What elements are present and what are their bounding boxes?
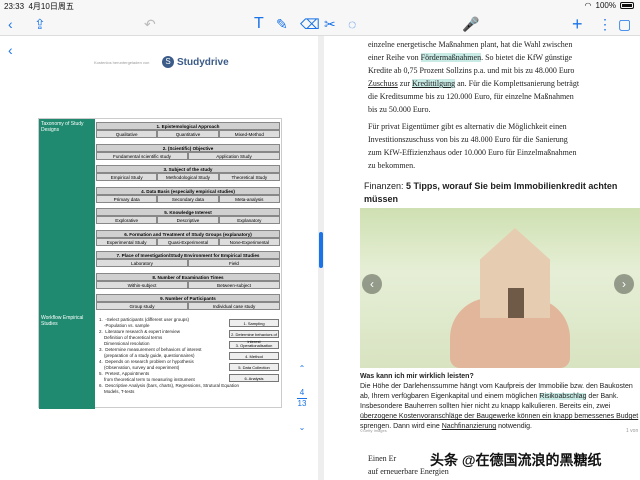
taxonomy-cell: Within-subject: [96, 280, 188, 289]
image-credit: ©Getty Images: [360, 428, 387, 433]
status-bar: 23:33 4月10日周五 ◠ 100%: [0, 0, 640, 12]
taxonomy-cell: Empirical Study: [96, 173, 158, 181]
taxonomy-table: 1. Epistemological Approach Qualitative Qu…: [96, 122, 280, 316]
carousel-next-icon[interactable]: ›: [614, 274, 634, 294]
taxonomy-cell: Secondary data: [157, 194, 219, 203]
taxonomy-cell: Application Study: [188, 151, 280, 160]
taxonomy-cell: Experimental Study: [96, 237, 158, 246]
page-control: ⌃ 4 13 ⌄: [294, 364, 310, 433]
document-table: Taxonomy of Study Designs Workflow Empir…: [38, 118, 282, 409]
undo-icon[interactable]: ↶: [144, 14, 156, 34]
status-time: 23:33 4月10日周五: [4, 2, 74, 11]
text-tool-icon[interactable]: T: [254, 14, 264, 34]
taxonomy-cell: None-Experimental: [218, 237, 280, 246]
taxonomy-cell: Methodological Study: [157, 173, 219, 181]
pages-icon[interactable]: ▢: [618, 14, 631, 34]
workflow-step: 2. Determine behaviors of interest: [229, 330, 279, 344]
taxonomy-cell: Between-subject: [188, 280, 280, 289]
logo-text: Studydrive: [177, 56, 229, 68]
eraser-tool-icon[interactable]: ⌫: [300, 14, 320, 34]
taxonomy-cell: Mixed-Method: [218, 130, 280, 138]
taxonomy-heading: 1. Epistemological Approach: [96, 122, 280, 130]
workflow-step: 6. Analysis: [229, 374, 279, 382]
taxonomy-cell: Qualitative: [96, 130, 158, 138]
shape-tool-icon[interactable]: ◌: [348, 14, 356, 34]
taxonomy-cell: Quantitative: [157, 130, 219, 138]
taxonomy-heading: 9. Number of Participants: [96, 294, 280, 302]
workflow-line: Models, T-tests: [99, 389, 135, 394]
chevron-left-icon[interactable]: ‹: [8, 42, 13, 58]
workflow-step: 1. Sampling: [229, 319, 279, 327]
page-current: 4: [299, 388, 305, 397]
taxonomy-cell: Meta-analysis: [218, 194, 280, 203]
workflow-step: 5. Data Collection: [229, 363, 279, 371]
watermark: 头条 @在德国流浪的黑糖纸: [430, 452, 602, 468]
add-icon[interactable]: +: [572, 14, 583, 34]
lasso-tool-icon[interactable]: ✂: [324, 14, 336, 34]
photo-caption: Was kann ich mir wirklich leisten? Die H…: [360, 373, 639, 430]
taxonomy-cell: Field: [188, 259, 280, 267]
taxonomy-heading: 3. Subject of the study: [96, 165, 280, 173]
studydrive-logo: S Studydrive: [162, 56, 229, 68]
left-document-pane[interactable]: ‹ Kostenlos heruntergeladen von S Studyd…: [0, 36, 318, 480]
finance-link[interactable]: Finanzen: 5 Tipps, worauf Sie beim Immob…: [364, 180, 634, 206]
house-photo: ‹ ›: [360, 208, 640, 368]
download-note: Kostenlos heruntergeladen von: [94, 60, 150, 65]
taxonomy-cell: Fundamental scientific study: [96, 151, 188, 160]
share-icon[interactable]: ⇪: [34, 14, 46, 34]
back-icon[interactable]: ‹: [8, 14, 13, 34]
section-workflow: Workflow Empirical Studies: [39, 313, 95, 409]
slide-counter: 1 von: [626, 428, 639, 434]
taxonomy-heading: 6. Formation and Treatment of Study Grou…: [96, 229, 280, 238]
split-handle[interactable]: [319, 232, 323, 268]
taxonomy-cell: Quasi-Experimental: [157, 237, 219, 246]
workflow-step: 4. Method: [229, 352, 279, 360]
taxonomy-cell: Group study: [96, 302, 188, 310]
battery-label: 100%: [595, 1, 616, 10]
page-total: 13: [297, 399, 307, 408]
taxonomy-heading: 5. Knowledge Interest: [96, 208, 280, 216]
workflow-step: 3. Operationalisation: [229, 341, 279, 349]
right-web-pane[interactable]: einzelne energetische Maßnahmen plant, h…: [324, 36, 640, 480]
more-icon[interactable]: ⋮: [598, 14, 612, 34]
taxonomy-heading: 2. (Scientific) Objective: [96, 143, 280, 152]
battery-icon: [620, 2, 634, 9]
section-taxonomy: Taxonomy of Study Designs: [39, 119, 95, 313]
taxonomy-cell: Descriptive: [157, 216, 219, 224]
taxonomy-cell: Theoretical Study: [218, 173, 280, 181]
taxonomy-heading: 8. Number of Examination Times: [96, 272, 280, 281]
paragraph-2: Für privat Eigentümer gibt es alternativ…: [368, 122, 577, 170]
wifi-icon: ◠: [584, 1, 592, 10]
toolbar: ‹ ⇪ ↶ T ✎ ⌫ ✂ ◌ 🎤 + ⋮ ▢: [0, 12, 640, 36]
carousel-prev-icon[interactable]: ‹: [362, 274, 382, 294]
taxonomy-cell: Explorative: [96, 216, 158, 224]
page-down-icon[interactable]: ⌄: [294, 423, 310, 433]
workflow-list: 1. -Select participants (different user …: [99, 317, 239, 395]
taxonomy-cell: Laboratory: [96, 259, 188, 267]
workflow-diagram: 1. Sampling 2. Determine behaviors of int…: [229, 319, 279, 385]
mic-icon[interactable]: 🎤: [462, 14, 479, 34]
taxonomy-heading: 7. Place of Investigation/Study Environm…: [96, 251, 280, 259]
page-up-icon[interactable]: ⌃: [294, 364, 310, 374]
status-right: ◠ 100%: [585, 1, 634, 10]
pen-tool-icon[interactable]: ✎: [276, 14, 288, 34]
taxonomy-cell: Primary data: [96, 194, 158, 203]
logo-icon: S: [162, 56, 174, 68]
paragraph-1: einzelne energetische Maßnahmen plant, h…: [368, 40, 580, 114]
taxonomy-cell: Explanatory: [218, 216, 280, 224]
taxonomy-heading: 4. Data Basis (especially empirical stud…: [96, 186, 280, 195]
door-shape: [508, 288, 524, 318]
taxonomy-cell: Individual case study: [188, 302, 280, 310]
